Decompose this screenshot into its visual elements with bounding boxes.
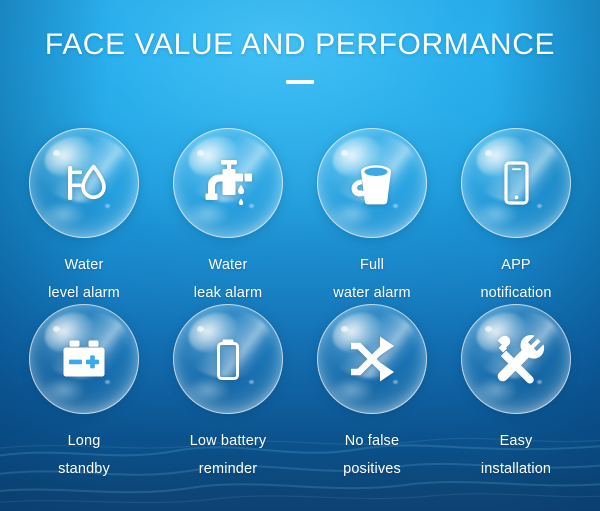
bubble-app-notification [461, 128, 571, 238]
bubble-full-water-alarm [317, 128, 427, 238]
feature-item-app-notification[interactable]: APP notification [444, 128, 588, 304]
bubble-water-leak-alarm [173, 128, 283, 238]
feature-caption: Water level alarm [48, 251, 120, 307]
bubble-water-level-alarm [29, 128, 139, 238]
wrench-screwdriver-icon [461, 304, 571, 414]
caption-line-1: Long [67, 433, 101, 449]
feature-item-water-level-alarm[interactable]: Water level alarm [12, 128, 156, 304]
caption-line-1: Full [360, 257, 384, 273]
caption-line-2: leak alarm [193, 285, 263, 301]
shuffle-arrows-icon [317, 304, 427, 414]
smartphone-icon [461, 128, 571, 238]
caption-line-1: Water [208, 257, 248, 273]
bubble-low-battery-reminder [173, 304, 283, 414]
bubble-long-standby [29, 304, 139, 414]
feature-item-low-battery-reminder[interactable]: Low battery reminder [156, 304, 300, 480]
feature-caption: Long standby [58, 427, 110, 483]
battery-empty-icon [173, 304, 283, 414]
water-level-gauge-icon [29, 128, 139, 238]
caption-line-2: reminder [198, 461, 258, 477]
promo-banner: FACE VALUE AND PERFORMANCE Water level a… [0, 0, 600, 511]
page-title: FACE VALUE AND PERFORMANCE [44, 28, 556, 61]
faucet-drip-icon [173, 128, 283, 238]
caption-line-1: Low battery [189, 433, 267, 449]
caption-line-1: No false [344, 433, 400, 449]
caption-line-1: APP [501, 257, 531, 273]
feature-caption: Easy installation [481, 427, 551, 483]
feature-item-no-false-positives[interactable]: No false positives [300, 304, 444, 480]
feature-item-full-water-alarm[interactable]: Full water alarm [300, 128, 444, 304]
feature-caption: No false positives [343, 427, 401, 483]
caption-line-1: Water [64, 257, 104, 273]
feature-caption: Water leak alarm [194, 251, 262, 307]
caption-line-1: Easy [499, 433, 533, 449]
banner-header: FACE VALUE AND PERFORMANCE [0, 28, 600, 84]
caption-line-2: positives [343, 461, 401, 477]
caption-line-2: level alarm [48, 285, 120, 301]
feature-caption: Low battery reminder [190, 427, 267, 483]
caption-line-2: water alarm [333, 285, 411, 301]
bucket-full-icon [317, 128, 427, 238]
feature-caption: Full water alarm [333, 251, 410, 307]
feature-item-long-standby[interactable]: Long standby [12, 304, 156, 480]
caption-line-2: standby [58, 461, 110, 477]
title-divider [286, 80, 314, 84]
feature-caption: APP notification [480, 251, 551, 307]
car-battery-icon [29, 304, 139, 414]
bubble-no-false-positives [317, 304, 427, 414]
caption-line-2: notification [480, 285, 552, 301]
caption-line-2: installation [480, 461, 552, 477]
feature-item-water-leak-alarm[interactable]: Water leak alarm [156, 128, 300, 304]
feature-item-easy-installation[interactable]: Easy installation [444, 304, 588, 480]
feature-grid: Water level alarm Water leak alarm Full … [0, 128, 600, 480]
bubble-easy-installation [461, 304, 571, 414]
